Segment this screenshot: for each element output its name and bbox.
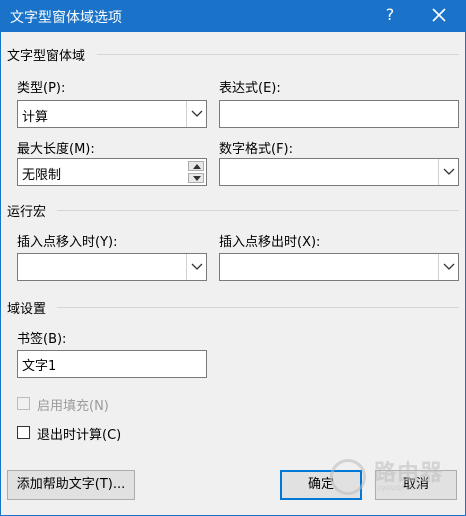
expression-input[interactable]	[220, 101, 458, 127]
add-help-text-button[interactable]: 添加帮助文字(T)...	[7, 470, 135, 500]
spinner-up-button[interactable]	[188, 161, 204, 171]
expression-label: 表达式(E):	[219, 81, 281, 96]
cancel-button[interactable]: 取消	[375, 470, 457, 500]
type-select-value: 计算	[22, 110, 49, 125]
exit-macro-select[interactable]	[219, 253, 459, 281]
help-button[interactable]: ?	[380, 5, 400, 24]
chevron-down-icon	[191, 263, 203, 270]
spinner-down-button[interactable]	[188, 173, 204, 183]
chevron-down-icon	[443, 263, 455, 270]
entry-macro-label: 插入点移入时(Y):	[17, 235, 118, 250]
field-group-divider	[97, 54, 459, 55]
exit-macro-dropdown-button[interactable]	[438, 254, 458, 280]
exit-macro-label: 插入点移出时(X):	[219, 235, 321, 250]
ok-button[interactable]: 确定	[280, 470, 362, 500]
chevron-down-icon	[191, 110, 203, 117]
max-length-label: 最大长度(M):	[17, 142, 95, 157]
entry-macro-select[interactable]	[17, 253, 207, 281]
triangle-down-icon	[193, 176, 201, 181]
number-format-dropdown-button[interactable]	[438, 159, 458, 185]
calc-on-exit-checkbox-row[interactable]: 退出时计算(C)	[17, 424, 157, 443]
type-select[interactable]: 计算	[17, 100, 207, 128]
fill-in-checkbox-row: 启用填充(N)	[17, 395, 157, 414]
bookmark-label: 书签(B):	[17, 332, 67, 347]
settings-group-divider	[57, 307, 459, 308]
macro-group-divider	[57, 210, 459, 211]
bookmark-input[interactable]	[18, 351, 206, 377]
number-format-select[interactable]	[219, 158, 459, 186]
dialog-body: 文字型窗体域 类型(P): 计算 表达式(E): 最大长度(M): 无限制 数字…	[0, 32, 466, 516]
calc-on-exit-checkbox[interactable]	[17, 426, 30, 439]
chevron-down-icon	[443, 168, 455, 175]
max-length-value: 无限制	[22, 168, 62, 183]
close-icon	[432, 8, 446, 22]
fill-in-label: 启用填充(N)	[37, 399, 109, 414]
fill-in-checkbox	[17, 397, 30, 410]
bookmark-input-box[interactable]	[17, 350, 207, 378]
type-dropdown-button[interactable]	[186, 101, 206, 127]
calc-on-exit-label[interactable]: 退出时计算(C)	[37, 424, 121, 443]
triangle-up-icon	[193, 164, 201, 169]
spinner-arrows	[188, 161, 204, 183]
settings-group-title: 域设置	[7, 302, 47, 317]
type-label: 类型(P):	[17, 81, 66, 96]
expression-input-box[interactable]	[219, 100, 459, 128]
field-group-title: 文字型窗体域	[7, 49, 86, 64]
close-button[interactable]	[428, 4, 450, 26]
entry-macro-dropdown-button[interactable]	[186, 254, 206, 280]
window-title: 文字型窗体域选项	[10, 10, 122, 26]
title-bar: 文字型窗体域选项 ?	[0, 0, 466, 32]
max-length-spinner[interactable]: 无限制	[17, 158, 207, 186]
number-format-label: 数字格式(F):	[219, 142, 294, 157]
macro-group-title: 运行宏	[7, 205, 47, 220]
